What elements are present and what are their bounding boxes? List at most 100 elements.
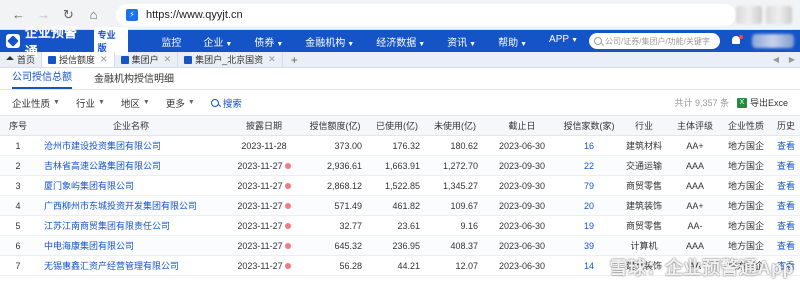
credit-rating: AA+ [670, 135, 720, 156]
bank-count-link[interactable]: 14 [560, 255, 618, 276]
site-favicon-icon: ⚡ [126, 8, 138, 21]
filter-dropdown-3[interactable]: 更多 ▼ [166, 96, 195, 110]
nav-item-2[interactable]: 债券 ▼ [243, 34, 294, 49]
row-number: 7 [0, 255, 36, 276]
column-header: 序号 [0, 115, 36, 136]
cutoff-date: 2023-09-30 [484, 175, 560, 196]
history-link[interactable]: 查看 [772, 255, 800, 276]
company-name-link[interactable]: 厦门象屿集团有限公司 [44, 181, 134, 191]
company-name-cell: 吉林省高速公路集团有限公司 [36, 155, 226, 176]
company-name-link[interactable]: 吉林省高速公路集团有限公司 [44, 161, 161, 171]
industry: 建筑材料 [618, 135, 670, 156]
used-amount: 236.95 [368, 235, 426, 256]
cutoff-date: 2023-06-30 [484, 255, 560, 276]
table-row: 4 广西柳州市东城投资开发集团有限公司 2023-11-27 571.49 461.82… [0, 195, 800, 216]
nav-item-3[interactable]: 金融机构 ▼ [294, 34, 365, 49]
disclosure-date-cell: 2023-11-27 [226, 175, 302, 196]
close-icon[interactable]: ✕ [100, 54, 108, 65]
column-header: 授信额度(亿) [302, 115, 368, 136]
company-name-link[interactable]: 江苏江南商贸集团有限责任公司 [44, 221, 170, 231]
chevron-right-icon[interactable]: ▶ [784, 52, 800, 67]
bank-count-link[interactable]: 79 [560, 175, 618, 196]
credit-rating: AA+ [670, 195, 720, 216]
filter-label: 地区 [120, 98, 140, 110]
table-row: 7 无锡惠鑫汇资产经营管理有限公司 2023-11-27 56.28 44.21 12.0… [0, 255, 800, 276]
filter-dropdown-0[interactable]: 企业性质 ▼ [12, 96, 60, 110]
company-name-cell: 沧州市建设投资集团有限公司 [36, 135, 226, 156]
nav-item-5[interactable]: 资讯 ▼ [436, 34, 487, 49]
search-icon [210, 98, 219, 107]
blurred-extension-icon [736, 5, 762, 24]
disclosure-date-cell: 2023-11-27 [226, 155, 302, 176]
column-header: 已使用(亿) [368, 115, 426, 136]
chevron-down-icon: ▼ [276, 40, 284, 48]
credit-rating: AAA [670, 175, 720, 196]
nav-item-7[interactable]: APP ▼ [538, 34, 589, 49]
credit-amount: 645.32 [302, 235, 368, 256]
company-name-link[interactable]: 沧州市建设投资集团有限公司 [44, 141, 161, 151]
disclosure-date-cell: 2023-11-27 [226, 255, 302, 276]
nav-item-label: 企业 [203, 37, 224, 49]
add-tab-button[interactable]: + [283, 52, 306, 67]
bank-count-link[interactable]: 22 [560, 155, 618, 176]
credit-amount: 32.77 [302, 215, 368, 236]
cutoff-date: 2023-06-30 [484, 215, 560, 236]
tab-1[interactable]: 授信额度 ✕ [42, 52, 115, 67]
sub-tab-1[interactable]: 金融机构授信明细 [94, 70, 174, 89]
row-number: 3 [0, 175, 36, 196]
tab-page-icon [48, 55, 57, 64]
update-marker-icon [284, 243, 291, 250]
industry: 计算机 [618, 235, 670, 256]
chevron-down-icon: ▼ [520, 40, 528, 48]
nav-item-1[interactable]: 企业 ▼ [192, 34, 243, 49]
nav-item-label: 债券 [254, 37, 275, 49]
close-icon[interactable]: ✕ [164, 54, 172, 65]
enterprise-nature: 地方国企 [720, 155, 772, 176]
app-header: 企业预警通 专业版 监控 企业 ▼ 债券 ▼ 金融机构 ▼ 经济数据 ▼ 资讯 ▼ 帮助 ▼ APP ▼ 公… [0, 25, 800, 59]
enterprise-nature: 地方国企 [720, 215, 772, 236]
disclosure-date: 2023-11-27 [237, 180, 283, 191]
column-header: 授信家数(家) [560, 115, 618, 136]
nav-item-6[interactable]: 帮助 ▼ [487, 34, 538, 49]
chevron-down-icon: ▼ [225, 40, 233, 48]
filter-dropdown-1[interactable]: 行业 ▼ [76, 96, 105, 110]
bank-count-link[interactable]: 19 [560, 215, 618, 236]
nav-item-label: 监控 [161, 37, 182, 49]
company-name-link[interactable]: 中电海康集团有限公司 [44, 241, 134, 251]
tab-0[interactable]: 首页 [0, 52, 43, 67]
update-marker-icon [284, 183, 291, 190]
history-link[interactable]: 查看 [772, 235, 800, 256]
export-excel-button[interactable]: X 导出Exce [736, 96, 788, 109]
tab-2[interactable]: 集团户 ✕ [115, 52, 179, 67]
address-bar[interactable]: ⚡ https://www.qyyjt.cn [116, 3, 736, 26]
filter-dropdown-2[interactable]: 地区 ▼ [121, 96, 150, 110]
close-icon[interactable]: ✕ [268, 54, 276, 65]
tab-3[interactable]: 集团户_北京国资 ✕ [178, 52, 283, 67]
disclosure-date: 2023-11-27 [237, 240, 283, 251]
used-amount: 1,663.91 [368, 155, 426, 176]
user-avatar[interactable] [752, 34, 794, 48]
history-link[interactable]: 查看 [772, 215, 800, 236]
history-link[interactable]: 查看 [772, 155, 800, 176]
history-link[interactable]: 查看 [772, 175, 800, 196]
history-link[interactable]: 查看 [772, 195, 800, 216]
global-search-input[interactable]: 公司/证券/集团户/功能/关键字 [589, 33, 721, 49]
bank-count-link[interactable]: 16 [560, 135, 618, 156]
bell-icon[interactable] [730, 35, 744, 47]
sub-tab-0[interactable]: 公司授信总额 [12, 68, 72, 89]
company-name-link[interactable]: 无锡惠鑫汇资产经营管理有限公司 [44, 261, 179, 271]
table-row: 5 江苏江南商贸集团有限责任公司 2023-11-27 32.77 23.61 9.16 2… [0, 215, 800, 236]
bank-count-link[interactable]: 39 [560, 235, 618, 256]
search-button[interactable]: 搜索 [210, 96, 242, 110]
chevron-left-icon[interactable]: ◀ [768, 52, 784, 67]
company-name-link[interactable]: 广西柳州市东城投资开发集团有限公司 [44, 201, 197, 211]
credit-rating: AA- [670, 215, 720, 236]
update-marker-icon [284, 203, 291, 210]
history-link[interactable]: 查看 [772, 135, 800, 156]
nav-item-4[interactable]: 经济数据 ▼ [365, 34, 436, 49]
tab-label: 授信额度 [59, 55, 96, 65]
nav-item-0[interactable]: 监控 [150, 34, 192, 49]
bank-count-link[interactable]: 20 [560, 195, 618, 216]
row-number: 1 [0, 135, 36, 156]
industry: 商贸零售 [618, 215, 670, 236]
